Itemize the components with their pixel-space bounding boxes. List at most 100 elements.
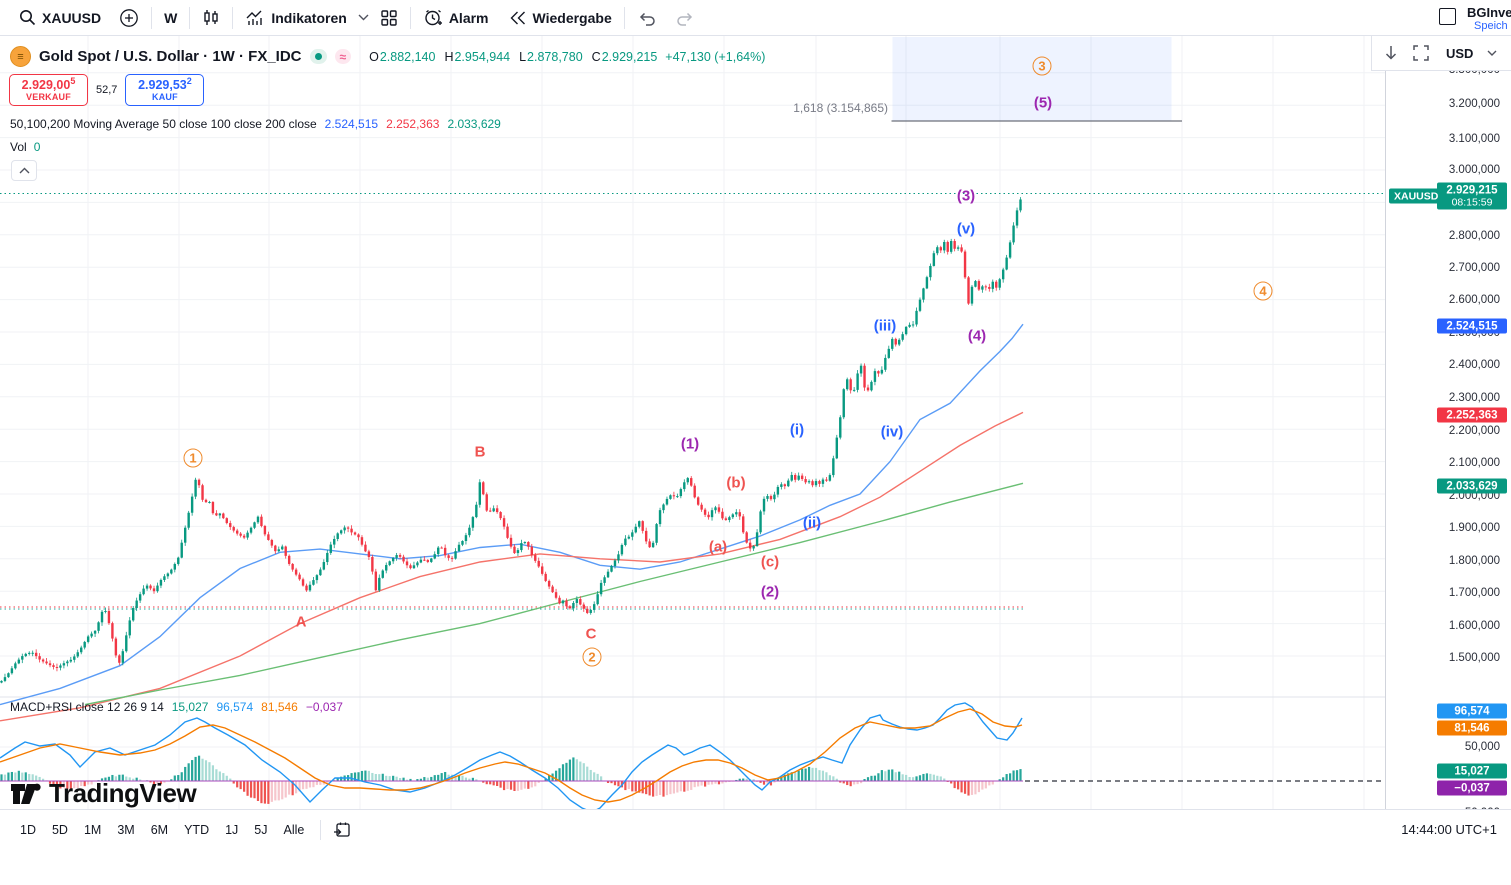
wave-label-b: (b) [726, 474, 746, 492]
ohlc-value: 2.878,780 [527, 49, 583, 64]
replay-label: Wiedergabe [532, 9, 612, 26]
wave-label-B: B [474, 443, 486, 461]
volume-value: 0 [33, 140, 41, 154]
range-button-3m[interactable]: 3M [109, 819, 142, 841]
scroll-to-recent-button[interactable] [1378, 40, 1404, 66]
price-tick: 3.200,000 [1448, 98, 1500, 110]
price-tick: 2.700,000 [1448, 262, 1500, 274]
indicator-badge: −0,037 [1437, 780, 1507, 796]
symbol-search-button[interactable]: XAUUSD [10, 4, 110, 32]
grid-icon [381, 9, 397, 26]
chart-area[interactable]: ≡ Gold Spot / U.S. Dollar · 1W · FX_IDC … [0, 36, 1511, 885]
wave-label-i: (i) [789, 421, 805, 439]
wave-label-1: 1 [183, 448, 203, 468]
indicator-badge: 96,574 [1437, 703, 1507, 719]
alert-button[interactable]: Alarm [414, 4, 498, 32]
ma50-line [0, 323, 1024, 706]
sell-label: VERKAUF [26, 92, 71, 102]
collapse-legend-button[interactable] [11, 160, 37, 181]
ohlc-key: O [369, 49, 379, 64]
macd-legend[interactable]: MACD+RSI close 12 26 9 14 15,027 96,574 81… [10, 700, 343, 714]
gold-coin-icon: ≡ [10, 46, 31, 67]
range-button-ytd[interactable]: YTD [176, 819, 217, 841]
price-tick: 2.600,000 [1448, 294, 1500, 306]
macd-value: 81,546 [261, 700, 298, 714]
layout-grid-button[interactable] [371, 4, 407, 32]
ma-legend-label: 50,100,200 Moving Average 50 close 100 c… [10, 117, 317, 131]
top-toolbar: XAUUSD W Indikatoren Alarm Wiedergabe BG… [0, 0, 1511, 36]
price-badge: 2.524,515 [1437, 318, 1507, 334]
price-badge-time: 08:15:59 [1451, 196, 1493, 208]
indicator-badge: 15,027 [1437, 763, 1507, 779]
range-button-alle[interactable]: Alle [276, 819, 313, 841]
chevron-down-icon [358, 14, 369, 21]
broker-save-link[interactable]: Speich [1474, 20, 1508, 32]
watermark-text: TradingView [49, 778, 197, 808]
symbol-title[interactable]: Gold Spot / U.S. Dollar · 1W · FX_IDC [39, 48, 302, 65]
price-tick: 1.500,000 [1448, 652, 1500, 664]
price-line-symbol-tag: XAUUSD [1389, 188, 1444, 204]
toolbar-separator [232, 6, 234, 29]
delayed-data-icon[interactable]: ≈ [334, 49, 352, 64]
interval-button[interactable]: W [155, 4, 186, 32]
chart-style-button[interactable] [193, 4, 229, 32]
chevron-down-icon [1487, 50, 1497, 56]
range-button-5j[interactable]: 5J [246, 819, 275, 841]
range-button-1m[interactable]: 1M [76, 819, 109, 841]
toolbar-separator [409, 6, 411, 29]
ma200-line [84, 482, 1024, 706]
search-icon [20, 10, 36, 26]
ohlc-key: H [444, 49, 454, 64]
indicators-button[interactable]: Indikatoren [236, 4, 355, 32]
bottom-toolbar: 1D 5D 1M 3M 6M YTD 1J 5J Alle 14:44:00 UTC+1 [0, 809, 1511, 849]
range-button-6m[interactable]: 6M [143, 819, 176, 841]
go-to-date-button[interactable] [329, 817, 355, 843]
buy-button[interactable]: 2.929,532 KAUF [125, 74, 205, 106]
price-tick: 1.700,000 [1448, 587, 1500, 599]
market-status-icon[interactable] [309, 49, 327, 64]
price-badge-value: 2.929,215 [1446, 184, 1498, 196]
ma-legend[interactable]: 50,100,200 Moving Average 50 close 100 c… [10, 117, 501, 131]
wave-label-1: (1) [680, 435, 700, 453]
ohlc-key: L [519, 49, 527, 64]
broker-save-widget[interactable]: BGInve Speich [1435, 5, 1511, 35]
price-tick: 3.000,000 [1448, 164, 1500, 176]
redo-button[interactable] [666, 4, 704, 32]
timezone-clock[interactable]: 14:44:00 UTC+1 [1401, 822, 1499, 837]
replay-button[interactable]: Wiedergabe [498, 4, 621, 32]
wave-label-3: (3) [956, 187, 976, 205]
undo-button[interactable] [628, 4, 666, 32]
range-button-5d[interactable]: 5D [44, 819, 76, 841]
price-tick: 1.600,000 [1448, 620, 1500, 632]
price-tick: 1.900,000 [1448, 522, 1500, 534]
macd-value: 96,574 [216, 700, 254, 714]
volume-label: Vol [10, 140, 27, 154]
indicators-templates-chevron[interactable] [356, 4, 371, 32]
buy-price: 2.929,53 [138, 78, 187, 93]
fullscreen-button[interactable] [1408, 40, 1434, 66]
macd-value: −0,037 [305, 700, 343, 714]
price-tick: 2.200,000 [1448, 425, 1500, 437]
redo-icon [676, 12, 692, 26]
broker-checkbox-icon[interactable] [1439, 8, 1456, 25]
range-button-1j[interactable]: 1J [217, 819, 246, 841]
indicators-label: Indikatoren [271, 9, 347, 26]
price-badge: 2.252,363 [1437, 407, 1507, 423]
ma-value: 2.033,629 [447, 117, 501, 131]
price-tick: 3.100,000 [1448, 133, 1500, 145]
indicator-badge: 81,546 [1437, 720, 1507, 736]
price-axis[interactable]: 3.300,0003.200,0003.100,0003.000,0002.80… [1385, 36, 1511, 845]
wave-label-4: (4) [967, 327, 987, 345]
sell-button[interactable]: 2.929,005 VERKAUF [9, 74, 88, 106]
range-button-1d[interactable]: 1D [12, 819, 44, 841]
volume-legend[interactable]: Vol 0 [10, 140, 40, 154]
price-tick: 2.300,000 [1448, 392, 1500, 404]
trade-buttons: 2.929,005 VERKAUF 52,7 2.929,532 KAUF [9, 74, 205, 106]
currency-dropdown[interactable]: USD [1446, 46, 1497, 61]
price-badge: 2.033,629 [1437, 478, 1507, 494]
compare-add-button[interactable] [110, 4, 148, 32]
ohlc-pair: H2.954,944 [444, 50, 510, 64]
wave-label-4: 4 [1253, 281, 1273, 301]
buy-price-sup: 2 [186, 76, 192, 87]
chart-top-right-controls: USD [1371, 36, 1511, 71]
